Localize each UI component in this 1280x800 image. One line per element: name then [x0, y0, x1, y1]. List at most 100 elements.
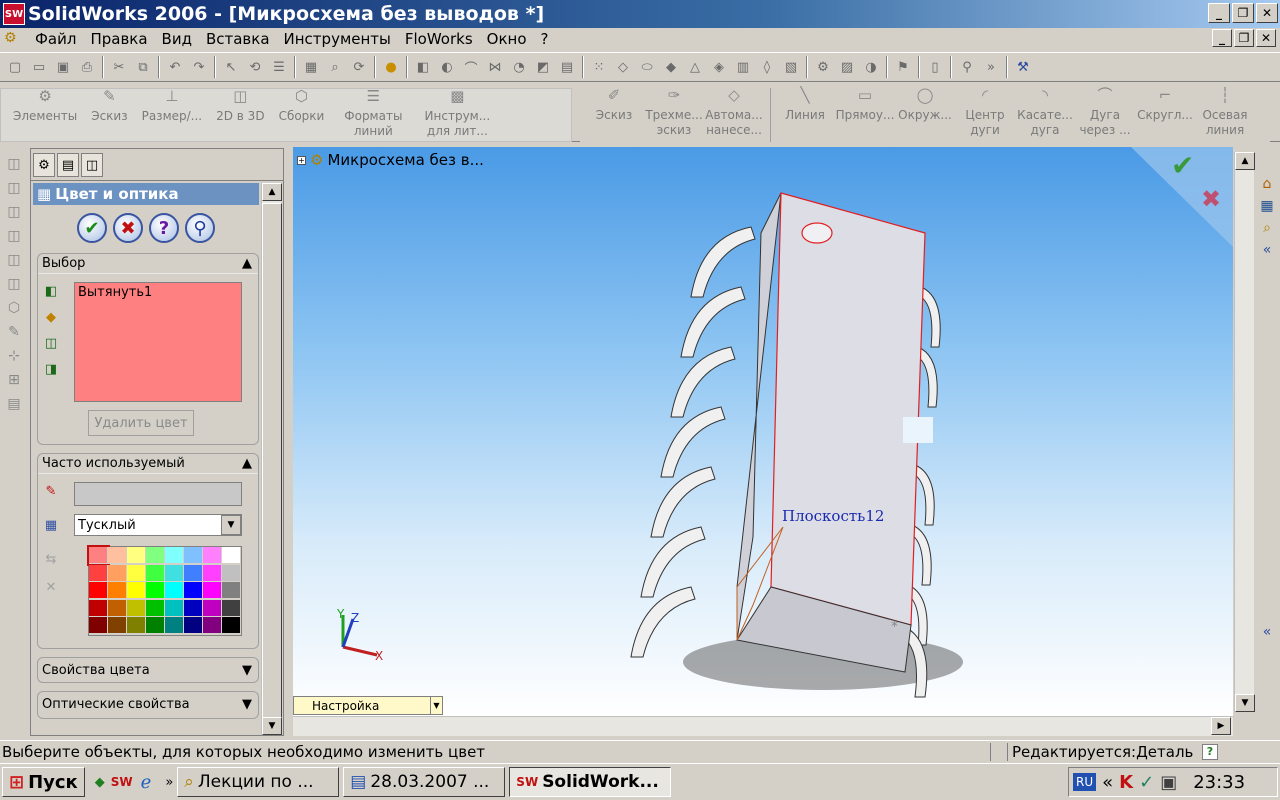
color-swatch[interactable]	[108, 582, 127, 600]
help-icon[interactable]: ●	[382, 58, 400, 76]
hide-icon[interactable]: ◑	[862, 58, 880, 76]
cmd-sketch[interactable]: ✎ Эскиз	[91, 89, 127, 141]
select-face-icon[interactable]: ◆	[42, 308, 60, 326]
color-swatch[interactable]	[222, 599, 241, 617]
expand-icon[interactable]: ▼	[242, 663, 252, 678]
sketch-tool-icon[interactable]: ✎	[8, 324, 20, 340]
color-swatch[interactable]	[165, 547, 184, 564]
view-left-icon[interactable]: ◫	[7, 204, 20, 220]
color-swatch[interactable]	[89, 582, 108, 600]
color-swatch[interactable]	[87, 545, 110, 566]
save-icon[interactable]: ▣	[54, 58, 72, 76]
minimize-button[interactable]: _	[1208, 3, 1230, 23]
doc-restore-button[interactable]: ❐	[1234, 29, 1254, 47]
color-swatch[interactable]	[127, 547, 146, 564]
collapse-left-icon-2[interactable]: «	[1263, 624, 1272, 640]
selection-list[interactable]: Вытянуть1	[74, 282, 242, 402]
color-swatch[interactable]	[146, 599, 165, 617]
optical-properties-header[interactable]: Оптические свойства	[42, 697, 190, 712]
pattern-icon[interactable]: ⁙	[590, 58, 608, 76]
selection-item[interactable]: Вытянуть1	[78, 285, 238, 300]
scroll-down-icon[interactable]: ▼	[1235, 694, 1255, 712]
color-swatch[interactable]	[89, 564, 108, 582]
menu-file[interactable]: Файл	[28, 30, 83, 48]
menu-edit[interactable]: Правка	[83, 30, 154, 48]
redo-icon[interactable]: ↷	[190, 58, 208, 76]
cmd-sketch2[interactable]: ✐ Эскиз	[586, 88, 642, 142]
network-icon[interactable]: ✓	[1139, 772, 1154, 793]
toolbar-overflow-icon[interactable]: »	[982, 58, 1000, 76]
doc-close-button[interactable]: ✕	[1256, 29, 1276, 47]
color-swatch[interactable]	[165, 599, 184, 617]
feature-tree-tab[interactable]: ⚙	[33, 153, 55, 177]
quicklaunch-ie-icon[interactable]: ℯ	[141, 772, 152, 793]
search-icon[interactable]: ⌕	[1263, 220, 1271, 236]
move-face-icon[interactable]: ◊	[758, 58, 776, 76]
cmd-rectangle[interactable]: ▭ Прямоу...	[836, 88, 895, 142]
tray-expand-icon[interactable]: «	[1102, 772, 1113, 793]
plane-label[interactable]: Плоскость12	[782, 507, 884, 525]
assembly-mate-icon[interactable]: ⚙	[814, 58, 832, 76]
flex-icon[interactable]: ◆	[662, 58, 680, 76]
color-swatch[interactable]	[184, 599, 203, 617]
cmd-circle[interactable]: ◯ Окруж...	[897, 88, 953, 142]
menu-help[interactable]: ?	[534, 30, 556, 48]
clock[interactable]: 23:33	[1193, 772, 1245, 793]
cmd-line-format[interactable]: ☰ Форматы линий	[338, 89, 408, 141]
color-swatch[interactable]	[108, 617, 127, 635]
rotate-icon[interactable]: ⟳	[350, 58, 368, 76]
print-icon[interactable]: ⎙	[78, 58, 96, 76]
cut-icon[interactable]: ✂	[110, 58, 128, 76]
draft-icon[interactable]: ▧	[782, 58, 800, 76]
computer-icon[interactable]: ▣	[1160, 772, 1177, 793]
color-swatch[interactable]	[203, 582, 222, 600]
view-front-icon[interactable]: ◫	[7, 156, 20, 172]
color-swatch[interactable]	[108, 547, 127, 564]
quicklaunch-solidworks-icon[interactable]: SW	[111, 775, 133, 789]
configuration-tab[interactable]: ◫	[81, 153, 103, 177]
collapse-icon[interactable]: ▲	[242, 456, 252, 471]
color-swatch[interactable]	[89, 599, 108, 617]
color-swatch[interactable]	[165, 617, 184, 635]
chevron-down-icon[interactable]: ▼	[430, 697, 442, 714]
start-button[interactable]: ⊞ Пуск	[2, 767, 85, 797]
collapse-left-icon[interactable]: «	[1263, 242, 1272, 258]
graphics-area[interactable]: + ⚙ Микросхема без в... ✔ ✖ * Плоскость1…	[293, 147, 1233, 717]
chamfer-icon[interactable]: ◩	[534, 58, 552, 76]
rebuild-icon[interactable]: ⟲	[246, 58, 264, 76]
component-icon[interactable]: ▨	[838, 58, 856, 76]
color-swatch[interactable]	[127, 617, 146, 635]
cancel-button[interactable]: ✖	[113, 213, 143, 243]
menu-tools[interactable]: Инструменты	[277, 30, 398, 48]
view-bottom-icon[interactable]: ◫	[7, 276, 20, 292]
relations-icon[interactable]: ⊞	[8, 372, 20, 388]
cmd-dimension[interactable]: ⊥ Размер/...	[142, 89, 203, 141]
eyedropper-icon[interactable]: ✎	[42, 482, 60, 500]
extrude-icon[interactable]: ◧	[414, 58, 432, 76]
scroll-up-icon[interactable]: ▲	[262, 183, 282, 201]
loft-icon[interactable]: ⋈	[486, 58, 504, 76]
cmd-fillet[interactable]: ⌐ Скругл...	[1137, 88, 1193, 142]
color-swatch[interactable]	[222, 564, 241, 582]
note-icon[interactable]: ▯	[926, 58, 944, 76]
open-icon[interactable]: ▭	[30, 58, 48, 76]
color-swatch[interactable]	[203, 617, 222, 635]
zoom-icon[interactable]: ⌕	[326, 58, 344, 76]
undo-icon[interactable]: ↶	[166, 58, 184, 76]
color-swatch[interactable]	[222, 547, 241, 564]
new-document-icon[interactable]: ▢	[6, 58, 24, 76]
flag-icon[interactable]: ⚑	[894, 58, 912, 76]
property-manager-tab[interactable]: ▤	[57, 153, 79, 177]
home-icon[interactable]: ⌂	[1263, 176, 1272, 192]
document-icon[interactable]: ⚙	[4, 30, 24, 48]
quicklaunch-overflow-icon[interactable]: »	[165, 775, 173, 790]
shell-icon[interactable]: ▤	[558, 58, 576, 76]
restore-button[interactable]: ❐	[1232, 3, 1254, 23]
remove-color-button[interactable]: Удалить цвет	[88, 410, 194, 436]
view-back-icon[interactable]: ◫	[7, 180, 20, 196]
color-swatch[interactable]	[146, 547, 165, 564]
antivirus-icon[interactable]: K	[1119, 772, 1133, 793]
close-button[interactable]: ✕	[1256, 3, 1278, 23]
task-lectures[interactable]: ⌕ Лекции по ...	[177, 767, 340, 797]
color-swatch[interactable]	[203, 599, 222, 617]
